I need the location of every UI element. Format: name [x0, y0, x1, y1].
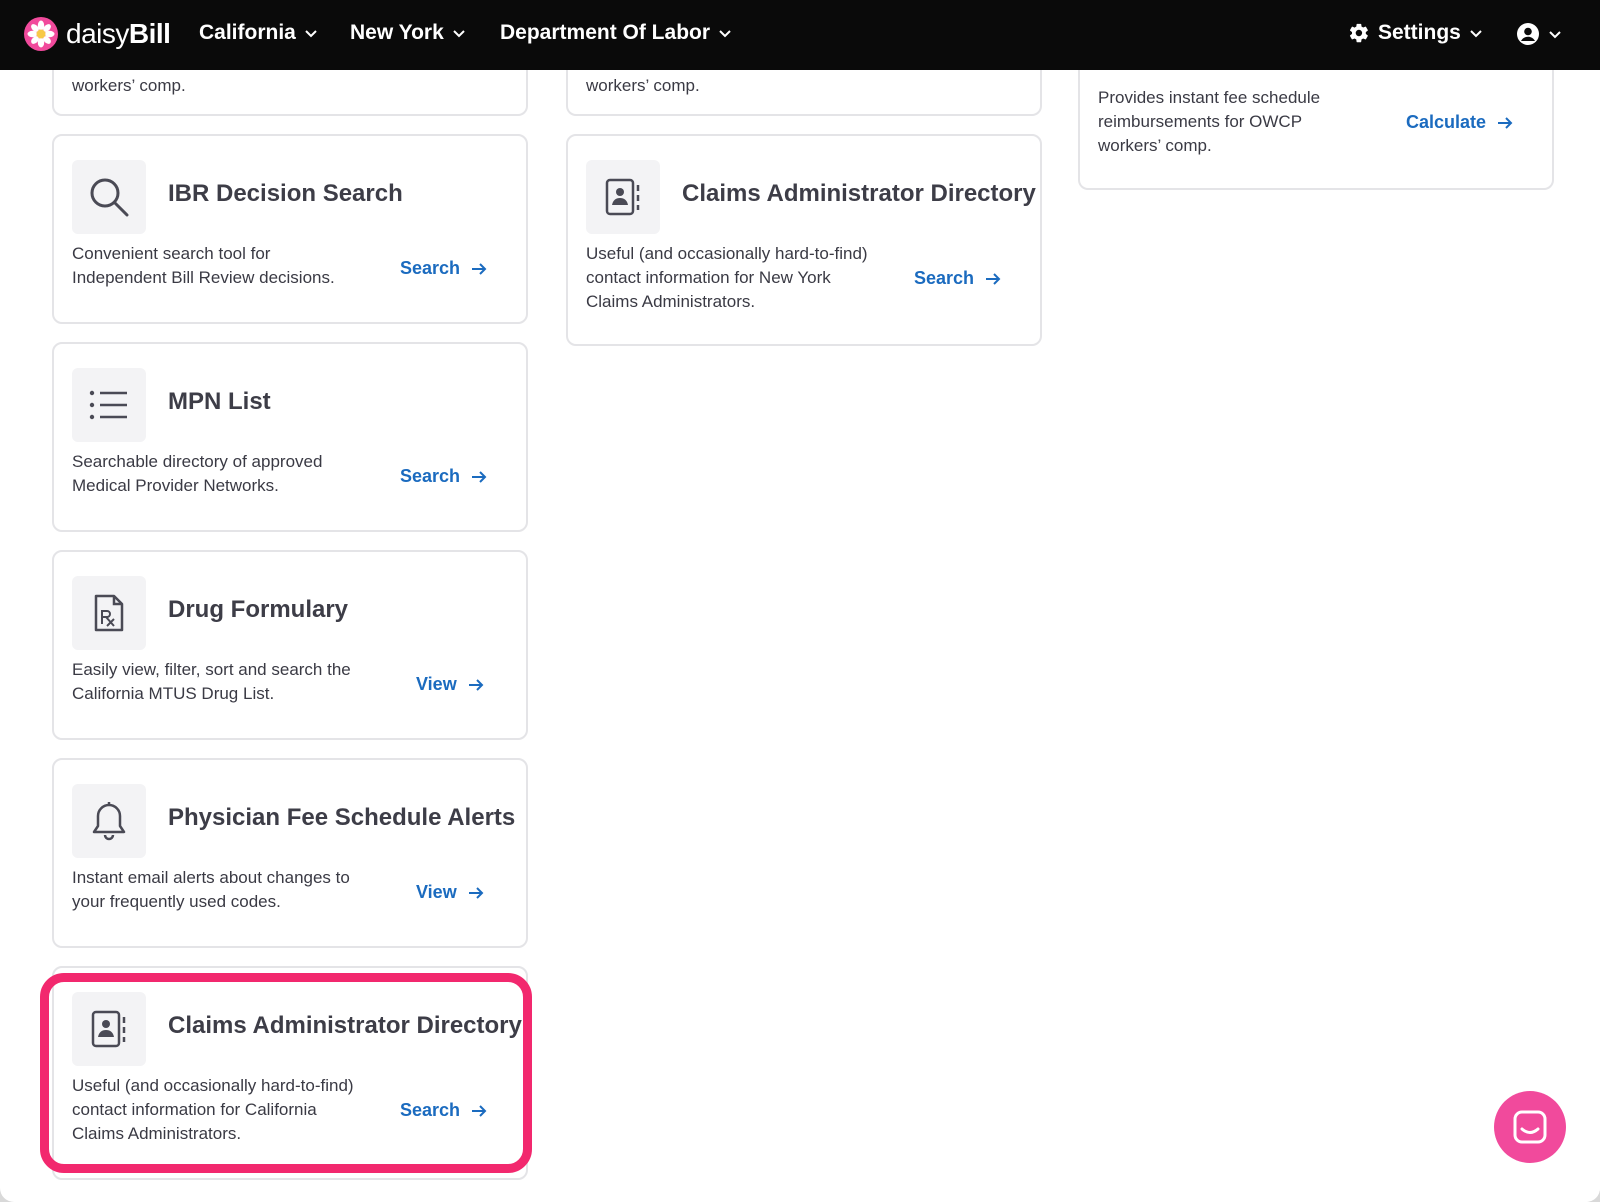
card-physician-fee-schedule-alerts: Physician Fee Schedule Alerts Instant em… — [52, 758, 528, 948]
card-title: MPN List — [168, 388, 271, 415]
logo-wordmark: daisyBill — [66, 18, 171, 49]
arrow-right-icon — [472, 470, 487, 483]
contact-book-icon — [605, 178, 640, 216]
user-menu[interactable] — [1516, 22, 1562, 46]
card-icon-tile — [72, 992, 146, 1066]
view-link[interactable]: View — [416, 674, 485, 695]
card-mpn-list: MPN List Searchable directory of approve… — [52, 342, 528, 532]
calculate-link[interactable]: Calculate — [1406, 112, 1514, 133]
card-description: workers’ comp. — [72, 76, 186, 95]
card-icon-tile — [72, 368, 146, 442]
arrow-right-icon — [1498, 116, 1513, 129]
card-title: Claims Administrator Directory — [168, 1012, 522, 1039]
search-icon — [90, 178, 129, 217]
card-description: Useful (and occasionally hard-to-find) c… — [586, 244, 868, 311]
card-icon-tile — [72, 784, 146, 858]
prescription-file-icon — [94, 594, 124, 632]
card-icon-tile — [72, 160, 146, 234]
card-description: Instant email alerts about changes to yo… — [72, 868, 350, 911]
arrow-right-icon — [472, 1104, 487, 1117]
card-icon-tile — [586, 160, 660, 234]
view-link[interactable]: View — [416, 882, 485, 903]
nav-department-of-labor[interactable]: Department Of Labor — [500, 21, 732, 45]
search-link[interactable]: Search — [400, 466, 488, 487]
chevron-down-icon — [1549, 31, 1561, 39]
card-description: Searchable directory of approved Medical… — [72, 452, 323, 495]
user-avatar-icon — [1517, 23, 1539, 45]
card-title: IBR Decision Search — [168, 180, 403, 207]
chat-icon — [1513, 1110, 1547, 1144]
arrow-right-icon — [468, 678, 484, 691]
chevron-down-icon — [1470, 30, 1482, 38]
gear-icon — [1349, 23, 1368, 43]
chevron-down-icon — [453, 30, 465, 38]
card-drug-formulary: Drug Formulary Easily view, filter, sort… — [52, 550, 528, 740]
arrow-right-icon — [986, 272, 1001, 285]
card-description: Provides instant fee schedule reimbursem… — [1098, 88, 1321, 155]
card-claims-administrator-directory-california: Claims Administrator Directory Useful (a… — [52, 966, 528, 1180]
arrow-right-icon — [468, 886, 484, 899]
card-title: Drug Formulary — [168, 596, 349, 623]
card-title: Claims Administrator Directory — [682, 180, 1036, 207]
card-title: Physician Fee Schedule Alerts — [168, 804, 516, 831]
contact-book-icon — [91, 1010, 126, 1048]
daisybill-logo[interactable]: daisyBill — [24, 17, 171, 51]
card-ibr-decision-search: IBR Decision Search Convenient search to… — [52, 134, 528, 324]
list-icon — [89, 390, 127, 420]
card-description: Useful (and occasionally hard-to-find) c… — [72, 1076, 354, 1143]
nav-new-york[interactable]: New York — [350, 21, 466, 45]
card-icon-tile — [72, 576, 146, 650]
card-description: Convenient search tool for Independent B… — [72, 244, 335, 287]
card-description: Easily view, filter, sort and search the… — [72, 660, 351, 703]
browser-window: daisyBill California New York Department… — [0, 0, 1600, 1202]
card-description: workers’ comp. — [586, 76, 700, 95]
bell-icon — [92, 802, 126, 841]
daisy-flower-icon — [24, 17, 58, 51]
search-link[interactable]: Search — [400, 1100, 488, 1121]
chevron-down-icon — [719, 30, 731, 38]
search-link[interactable]: Search — [914, 268, 1002, 289]
chat-launcher-button[interactable] — [1494, 1091, 1566, 1163]
card-claims-administrator-directory-new-york: Claims Administrator Directory Useful (a… — [566, 134, 1042, 346]
chevron-down-icon — [305, 30, 317, 38]
arrow-right-icon — [472, 262, 487, 275]
top-navigation-bar: daisyBill California New York Department… — [0, 0, 1600, 70]
nav-settings[interactable]: Settings — [1348, 21, 1483, 45]
tools-grid: workers’ comp. workers’ comp. Provides i… — [16, 40, 1600, 1202]
search-link[interactable]: Search — [400, 258, 488, 279]
nav-california[interactable]: California — [199, 21, 318, 45]
